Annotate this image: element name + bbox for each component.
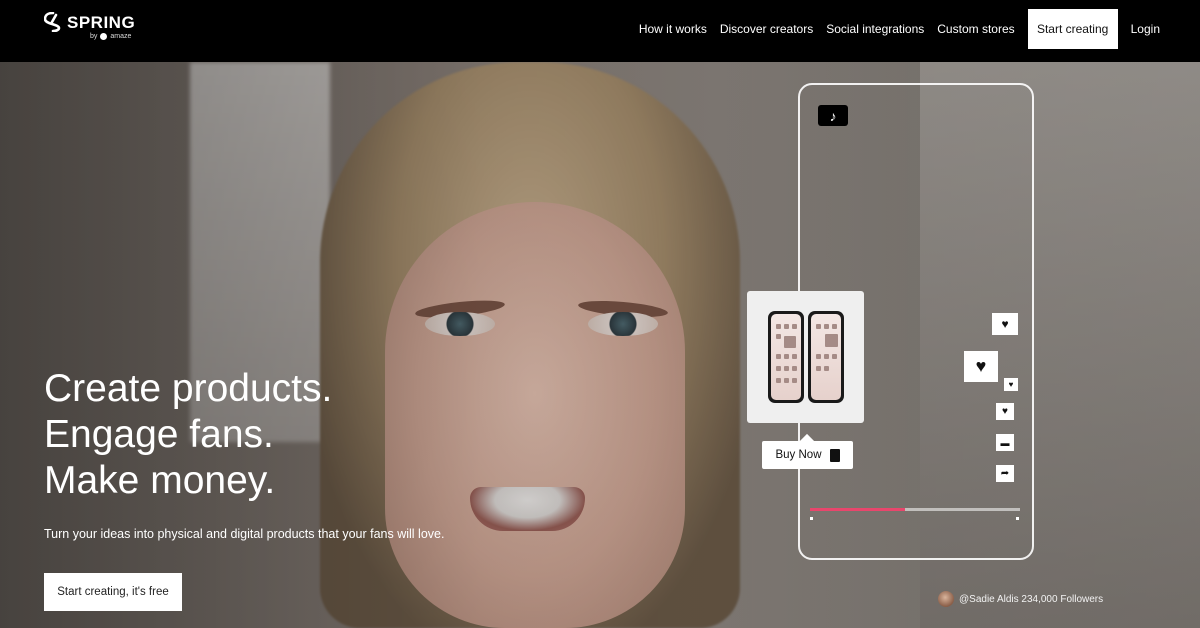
hero-headline: Create products. Engage fans. Make money… <box>44 366 332 504</box>
brand-byline: by amaze <box>90 33 131 40</box>
hero-subline: Turn your ideas into physical and digita… <box>44 527 445 541</box>
video-progress-bar[interactable] <box>810 508 1020 511</box>
nav-link-how-it-works[interactable]: How it works <box>639 22 707 36</box>
parent-brand: amaze <box>110 33 132 40</box>
product-phone-case-right <box>807 311 844 403</box>
avatar <box>938 591 954 607</box>
product-phone-case-left <box>767 311 804 403</box>
like-icon[interactable]: ♥ <box>996 403 1014 420</box>
headline-line-1: Create products. <box>44 367 333 410</box>
creator-caption[interactable]: @Sadie Aldis 234,000 Followers <box>938 591 1103 607</box>
nav-link-social-integrations[interactable]: Social integrations <box>826 22 924 36</box>
brand-name: SPRING <box>67 13 136 32</box>
buy-now-label: Buy Now <box>775 449 822 461</box>
heart-icon[interactable]: ♥ <box>992 313 1018 335</box>
video-progress-fill <box>810 508 905 511</box>
comment-icon[interactable]: ▬ <box>996 434 1014 451</box>
shopping-bag-icon <box>829 448 840 462</box>
buy-now-button[interactable]: Buy Now <box>762 441 853 469</box>
spring-logo-icon <box>44 12 61 32</box>
start-creating-free-button[interactable]: Start creating, it's free <box>44 573 182 611</box>
top-nav: SPRING by amaze How it works Discover cr… <box>0 0 1200 62</box>
hero-section: Create products. Engage fans. Make money… <box>0 62 1200 628</box>
by-label: by <box>90 33 98 40</box>
heart-icon[interactable]: ♥ <box>1004 378 1018 391</box>
nav-link-discover-creators[interactable]: Discover creators <box>720 22 813 36</box>
share-icon[interactable]: ➦ <box>996 465 1014 482</box>
headline-line-3: Make money. <box>44 459 276 502</box>
spring-logo[interactable]: SPRING by amaze <box>44 12 144 44</box>
tiktok-icon: ♪ <box>818 105 848 126</box>
heart-icon[interactable]: ♥ <box>964 351 998 382</box>
headline-line-2: Engage fans. <box>44 413 274 456</box>
login-link[interactable]: Login <box>1131 22 1160 36</box>
creator-name: @Sadie Aldis 234,000 Followers <box>959 593 1104 605</box>
nav-links: How it works Discover creators Social in… <box>626 9 1160 49</box>
start-creating-button[interactable]: Start creating <box>1027 9 1118 49</box>
nav-link-custom-stores[interactable]: Custom stores <box>937 22 1014 36</box>
product-card[interactable] <box>747 291 864 423</box>
amaze-logo-icon <box>100 33 108 40</box>
